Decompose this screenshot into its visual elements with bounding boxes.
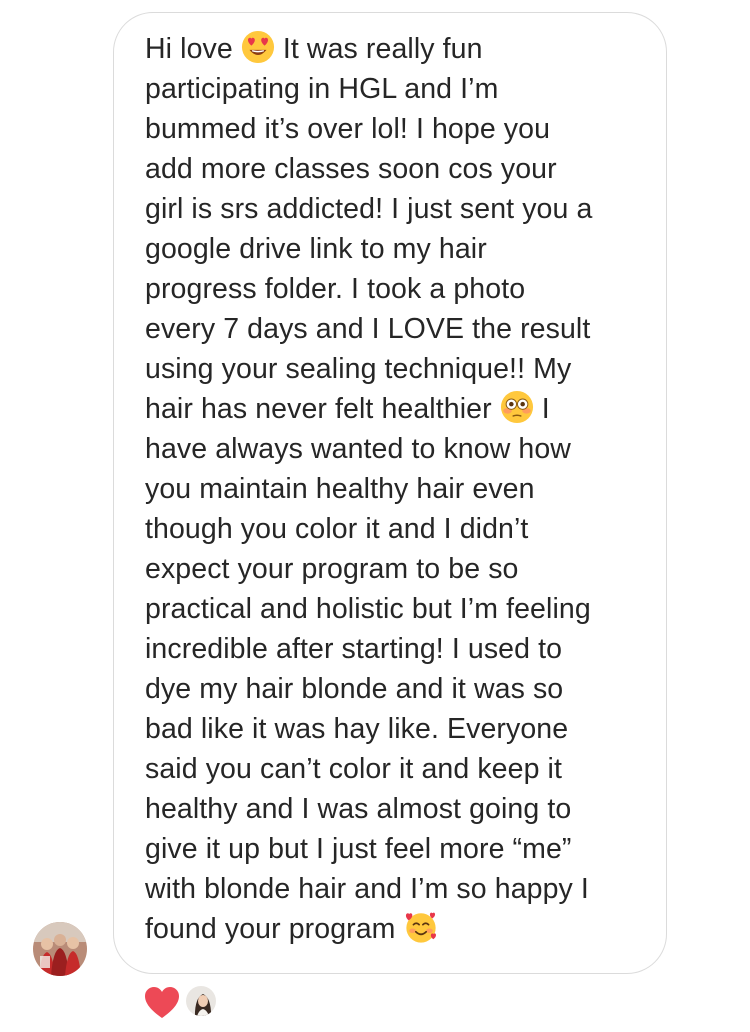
reactions-row[interactable] — [140, 983, 224, 1021]
message-text-part-1: Hi love — [145, 33, 241, 65]
heart-icon — [145, 987, 179, 1018]
profile-photo-avatar-icon — [186, 986, 216, 1016]
message-text: Hi love It was really fun participating … — [145, 29, 645, 949]
message-text-part-3: I have always wanted to know how you mai… — [145, 393, 591, 945]
smiling-face-with-hearts-emoji-icon — [405, 912, 436, 943]
sender-avatar[interactable] — [33, 922, 87, 976]
group-photo-avatar-icon — [33, 922, 87, 976]
reactor-avatar[interactable] — [184, 984, 218, 1018]
message-text-part-2: It was really fun participating in HGL a… — [145, 33, 593, 425]
heart-eyes-emoji-icon — [241, 30, 274, 64]
flushed-face-emoji-icon — [500, 390, 533, 424]
